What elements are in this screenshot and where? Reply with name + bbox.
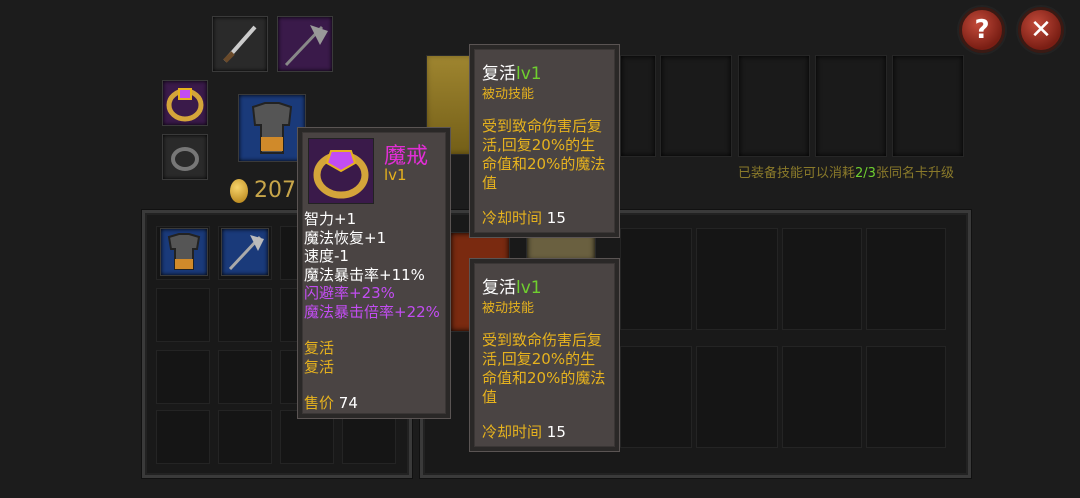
skill-name: 复活	[482, 278, 516, 298]
battle-axe-icon	[228, 235, 264, 271]
ring2-slot[interactable]	[162, 134, 208, 180]
upgrade-hint: 已装备技能可以消耗2/3张同名卡升级	[738, 162, 954, 181]
help-button[interactable]: ?	[959, 7, 1005, 53]
skill-slot-5[interactable]	[815, 55, 887, 157]
skill-slot-4[interactable]	[738, 55, 810, 157]
question-mark-icon: ?	[974, 15, 990, 45]
chestplate-icon	[251, 102, 293, 154]
skill-slot-2[interactable]	[620, 55, 656, 157]
hint-prefix: 已装备技能可以消耗	[738, 166, 856, 181]
cooldown-label: 冷却时间	[482, 423, 543, 441]
skill-cooldown: 冷却时间 15	[482, 209, 566, 228]
axe-icon	[284, 25, 328, 67]
skill-description: 受到致命伤害后复活,回复20%的生命值和20%的魔法值	[482, 331, 606, 406]
inventory-armor[interactable]	[160, 228, 208, 276]
item-stats: 智力+1 魔法恢复+1 速度-1 魔法暴击率+11% 闪避率+23% 魔法暴击倍…	[304, 210, 440, 321]
chestplate-icon	[167, 233, 201, 270]
close-button[interactable]: ✕	[1018, 7, 1064, 53]
stat-int: 智力+1	[304, 210, 357, 228]
stat-mp-regen: 魔法恢复+1	[304, 228, 387, 247]
coin-icon	[230, 178, 248, 203]
skill-type: 被动技能	[482, 301, 535, 316]
stat-magic-crit-mult: 魔法暴击倍率+22%	[304, 302, 440, 321]
hint-count: 2/3	[855, 166, 876, 181]
armor-slot[interactable]	[238, 94, 306, 162]
dagger-slot[interactable]	[212, 16, 268, 72]
skill-type: 被动技能	[482, 87, 535, 102]
skill-description: 受到致命伤害后复活,回复20%的生命值和20%的魔法值	[482, 117, 606, 192]
skill-title: 复活lv1	[482, 59, 542, 84]
cooldown-value: 15	[546, 423, 566, 441]
inventory-axe[interactable]	[221, 228, 269, 276]
hint-suffix: 张同名卡升级	[875, 166, 954, 181]
purple-ring-icon	[166, 88, 204, 122]
price-value: 74	[338, 394, 358, 412]
stat-magic-crit: 魔法暴击率+11%	[304, 265, 425, 284]
item-price: 售价 74	[304, 394, 358, 413]
stat-dodge: 闪避率+23%	[304, 284, 395, 302]
gold-display: 207	[230, 178, 296, 203]
item-tooltip: 魔戒 lv1 智力+1 魔法恢复+1 速度-1 魔法暴击率+11% 闪避率+23…	[298, 128, 450, 418]
item-skill-2: 复活	[304, 357, 335, 376]
skill-tooltip-2: 复活lv1 被动技能 受到致命伤害后复活,回复20%的生命值和20%的魔法值 冷…	[470, 259, 619, 451]
stat-speed: 速度-1	[304, 247, 349, 265]
skill-name: 复活	[482, 64, 516, 84]
skill-title: 复活lv1	[482, 273, 542, 298]
ring-slot[interactable]	[162, 80, 208, 126]
close-icon: ✕	[1030, 15, 1052, 45]
price-label: 售价	[304, 394, 335, 412]
dagger-icon	[223, 25, 257, 63]
skill-level: lv1	[516, 278, 542, 298]
magic-ring-icon	[308, 138, 374, 204]
item-level: lv1	[384, 166, 407, 184]
skill-slot-6[interactable]	[892, 55, 964, 157]
skill-level: lv1	[516, 64, 542, 84]
item-skills: 复活 复活	[304, 339, 334, 376]
skill-slot-3[interactable]	[660, 55, 732, 157]
skill-cooldown: 冷却时间 15	[482, 423, 566, 442]
item-skill-1: 复活	[304, 339, 335, 357]
iron-ring-icon	[171, 147, 199, 171]
cooldown-value: 15	[546, 209, 566, 227]
skill-tooltip-1: 复活lv1 被动技能 受到致命伤害后复活,回复20%的生命值和20%的魔法值 冷…	[470, 45, 619, 237]
gold-amount: 207	[254, 178, 296, 203]
axe-slot[interactable]	[277, 16, 333, 72]
cooldown-label: 冷却时间	[482, 209, 543, 227]
